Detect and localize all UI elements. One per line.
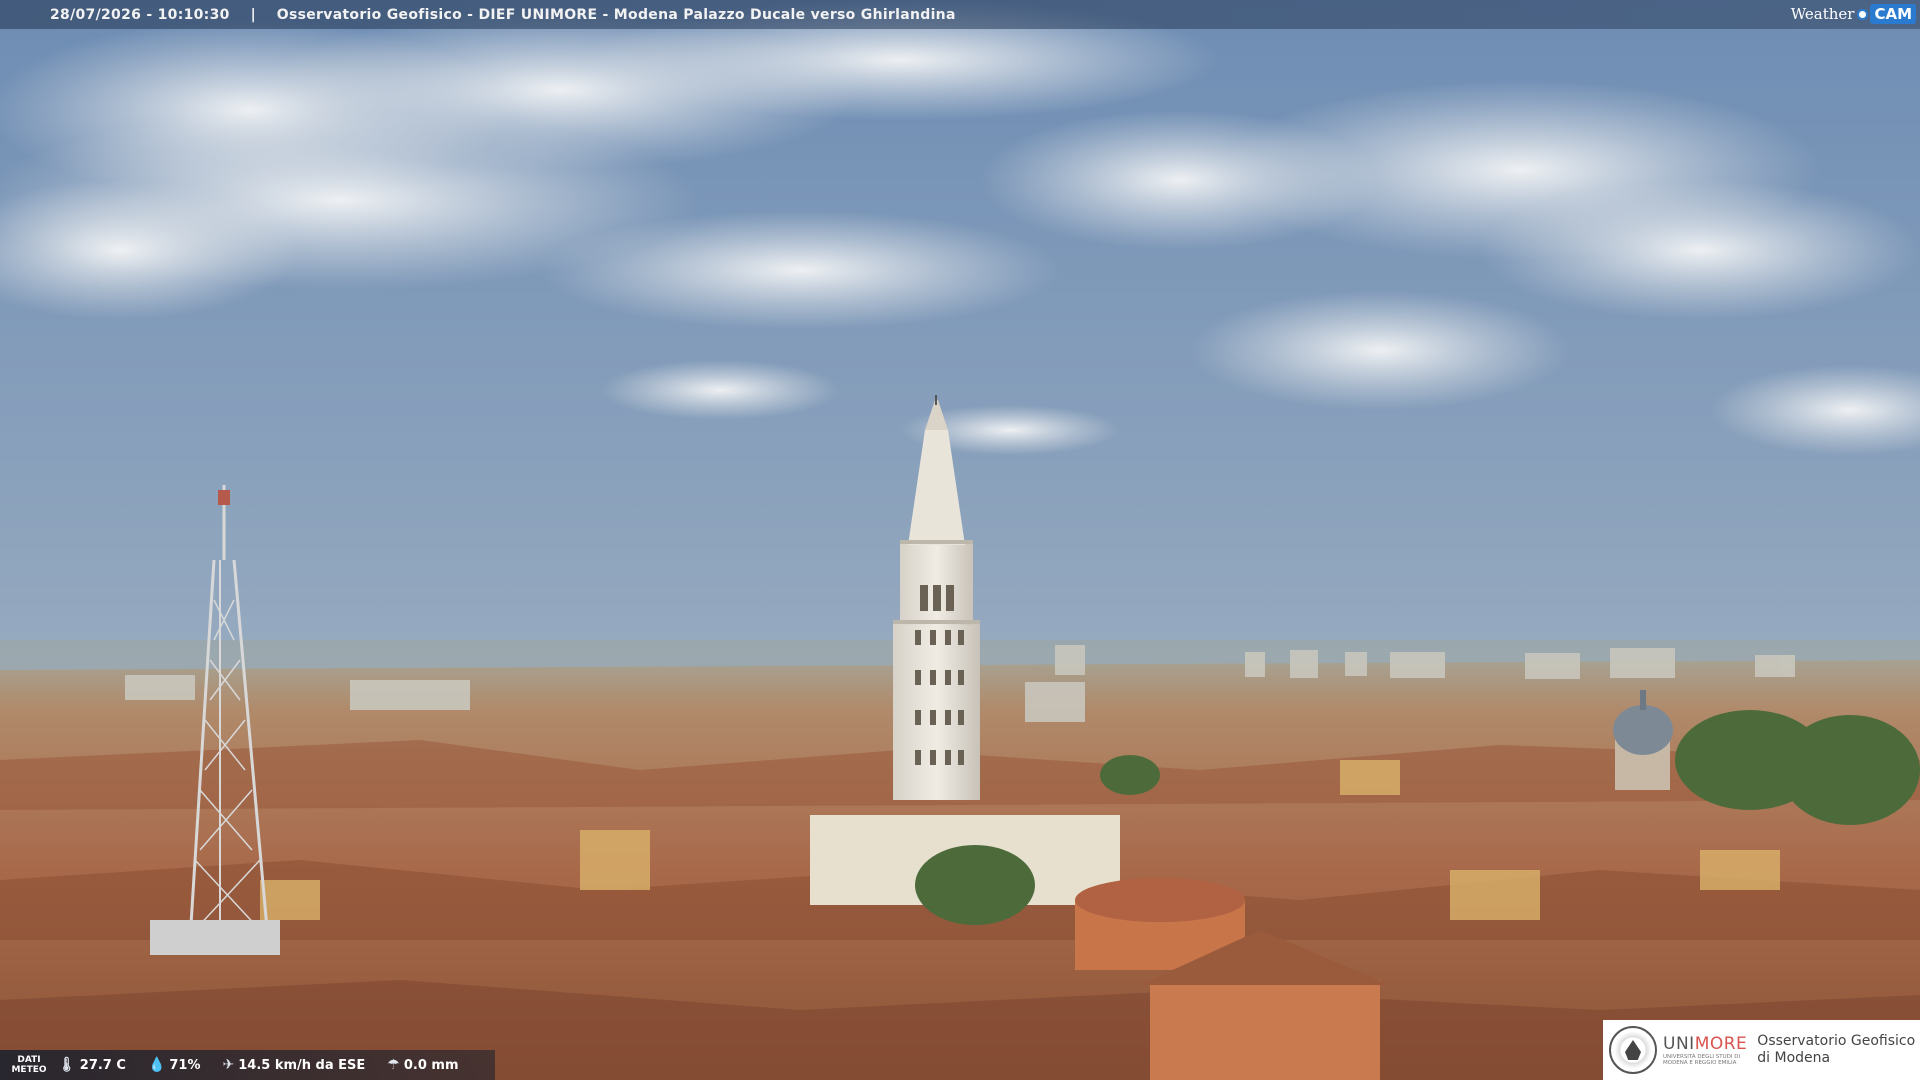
weathercam-logo-cam: CAM [1870, 4, 1916, 24]
temperature-value: 27.7 C [79, 1057, 126, 1073]
rain-icon: ☂ [387, 1057, 400, 1073]
droplet-icon: 💧 [147, 1057, 166, 1073]
humidity-value: 71% [169, 1057, 201, 1073]
weathercam-logo: Weather CAM [1791, 3, 1916, 25]
timestamp: 28/07/2026 - 10:10:30 [50, 6, 230, 23]
unimore-wordmark: UNIMORE UNIVERSITÀ DEGLI STUDI DI MODENA… [1663, 1034, 1748, 1066]
antenna-base [150, 920, 280, 955]
weather-data-label: DATI METEO [11, 1055, 47, 1075]
camera-lens-icon [1857, 8, 1869, 20]
wind-reading: ✈ 14.5 km/h da ESE [223, 1057, 366, 1073]
header-separator: | [250, 6, 256, 23]
wind-icon: ✈ [222, 1057, 235, 1073]
university-seal-icon [1609, 1026, 1657, 1074]
weather-data-bar: DATI METEO 🌡 27.7 C 💧 71% ✈ 14.5 km/h da… [0, 1050, 495, 1080]
unimore-logo: UNIMORE UNIVERSITÀ DEGLI STUDI DI MODENA… [1603, 1020, 1920, 1080]
temperature-reading: 🌡 27.7 C [58, 1057, 126, 1073]
weathercam-logo-weather: Weather [1790, 5, 1855, 23]
rain-reading: ☂ 0.0 mm [387, 1057, 458, 1073]
webcam-image [0, 0, 1920, 1080]
camera-title: Osservatorio Geofisico - DIEF UNIMORE - … [276, 6, 956, 23]
observatory-name: Osservatorio Geofisico di Modena [1757, 1033, 1916, 1066]
humidity-reading: 💧 71% [148, 1057, 201, 1073]
rain-value: 0.0 mm [403, 1057, 459, 1073]
thermometer-icon: 🌡 [58, 1057, 76, 1073]
overlay-header: 28/07/2026 - 10:10:30 | Osservatorio Geo… [0, 0, 1920, 29]
wind-value: 14.5 km/h da ESE [238, 1057, 366, 1073]
